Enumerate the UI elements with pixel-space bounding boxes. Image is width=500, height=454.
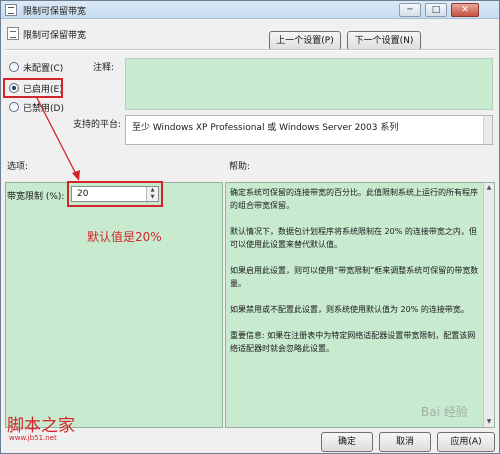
watermark: Bai 经验	[421, 405, 468, 419]
help-paragraph: 如果禁用或不配置此设置，则系统使用默认值为 20% 的连接带宽。	[230, 305, 469, 314]
help-panel: 确定系统可保留的连接带宽的百分比。此值限制系统上运行的所有程序的组合带宽保留。 …	[225, 182, 495, 428]
help-scrollbar[interactable]: ▲ ▼	[483, 183, 494, 427]
apply-button[interactable]: 应用(A)	[437, 432, 495, 452]
site-url: www.jb51.net	[9, 434, 57, 442]
group-policy-dialog: 限制可保留带宽 ─ □ ✕ 限制可保留带宽 上一个设置(P) 下一个设置(N) …	[0, 0, 500, 454]
ok-button[interactable]: 确定	[321, 432, 373, 452]
cancel-button[interactable]: 取消	[379, 432, 431, 452]
help-paragraph: 重要信息: 如果在注册表中为特定网络适配器设置带宽限制，配置该网络适配器时就会忽…	[230, 331, 476, 353]
help-paragraph: 如果启用此设置，则可以使用“带宽限制”框来调整系统可保留的带宽数量。	[230, 266, 479, 288]
help-paragraph: 默认情况下，数据包计划程序将系统限制在 20% 的连接带宽之内，但可以使用此设置…	[230, 227, 477, 249]
scroll-down-icon[interactable]: ▼	[484, 417, 494, 427]
site-logo: 脚本之家	[7, 416, 75, 436]
scroll-up-icon[interactable]: ▲	[484, 183, 494, 193]
help-paragraph: 确定系统可保留的连接带宽的百分比。此值限制系统上运行的所有程序的组合带宽保留。	[230, 188, 478, 210]
